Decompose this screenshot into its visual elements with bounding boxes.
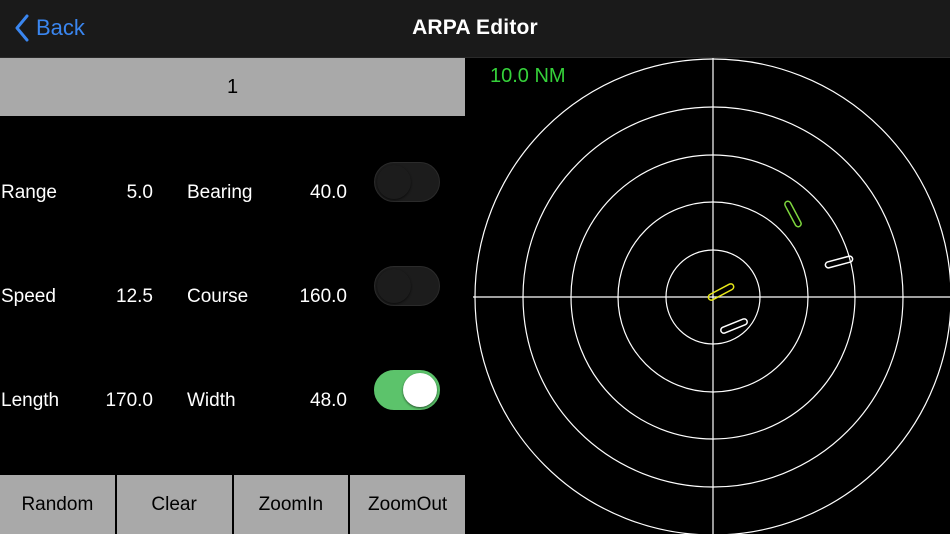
own-ship-icon: [707, 283, 735, 301]
random-button[interactable]: Random: [0, 475, 117, 534]
target-selector-value: 1: [226, 75, 239, 98]
length-width-row: Length 170.0 Width 48.0: [0, 370, 465, 430]
length-width-toggle[interactable]: [374, 370, 440, 410]
bearing-label: Bearing: [187, 182, 253, 203]
length-label: Length: [1, 390, 60, 411]
range-value[interactable]: 5.0: [127, 182, 153, 204]
zoom-out-button[interactable]: ZoomOut: [350, 475, 465, 534]
zoom-in-button[interactable]: ZoomIn: [233, 475, 351, 534]
range-scale-label: 10.0 NM: [490, 65, 566, 87]
width-value[interactable]: 48.0: [310, 390, 347, 412]
speed-value[interactable]: 12.5: [116, 286, 153, 308]
selected-target-icon[interactable]: [784, 200, 802, 228]
range-rings: [473, 58, 950, 534]
target-icon[interactable]: [720, 318, 748, 334]
range-bearing-toggle[interactable]: [374, 162, 440, 202]
toggle-knob: [377, 269, 411, 303]
length-value[interactable]: 170.0: [105, 390, 153, 412]
range-bearing-row: Range 5.0 Bearing 40.0: [0, 162, 465, 222]
width-label: Width: [187, 390, 236, 411]
clear-button[interactable]: Clear: [116, 475, 234, 534]
speed-course-toggle[interactable]: [374, 266, 440, 306]
course-label: Course: [187, 286, 249, 307]
course-value[interactable]: 160.0: [299, 286, 347, 308]
toggle-knob: [377, 165, 411, 199]
bearing-value[interactable]: 40.0: [310, 182, 347, 204]
radar-display[interactable]: 10.0 NM: [465, 58, 950, 534]
toggle-knob: [403, 373, 437, 407]
speed-label: Speed: [1, 286, 56, 307]
page-title: ARPA Editor: [412, 16, 538, 39]
range-label: Range: [1, 182, 57, 203]
navigation-bar: Back ARPA Editor: [0, 0, 950, 58]
target-selector[interactable]: 1: [0, 58, 465, 116]
action-button-bar: Random Clear ZoomIn ZoomOut: [0, 475, 465, 534]
speed-course-row: Speed 12.5 Course 160.0: [0, 266, 465, 326]
